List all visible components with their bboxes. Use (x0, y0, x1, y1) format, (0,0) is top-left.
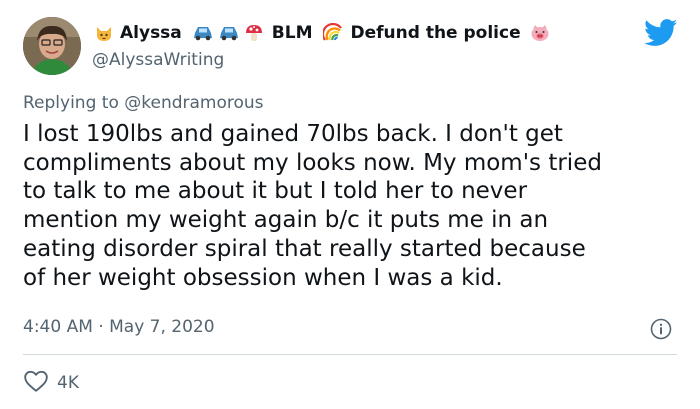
car-emoji-icon (192, 24, 214, 42)
author-name: Alyssa (120, 23, 182, 43)
tweet-line: compliments about my looks now. My mom's… (23, 149, 602, 176)
pig-emoji-icon (529, 23, 551, 43)
reply-context: Replying to @kendramorous (23, 93, 264, 113)
heart-icon (23, 369, 49, 397)
author-name-suffix: BLM (271, 23, 313, 43)
tweet-line: of her weight obsession when I was a kid… (23, 264, 503, 291)
tweet-date: May 7, 2020 (109, 317, 215, 337)
rainbow-emoji-icon (322, 23, 343, 43)
reply-mention-link[interactable]: @kendramorous (124, 93, 263, 113)
tweet-line: I lost 190lbs and gained 70lbs back. I d… (23, 121, 563, 147)
mushroom-emoji-icon (244, 23, 264, 43)
like-count: 4K (57, 373, 79, 393)
reply-prefix: Replying to (23, 93, 119, 113)
info-icon[interactable] (650, 318, 672, 340)
tweet-line: to talk to me about it but I told her to… (23, 178, 528, 205)
author-handle[interactable]: @AlyssaWriting (92, 50, 224, 70)
tweet-timestamp[interactable]: 4:40 AM · May 7, 2020 (23, 317, 215, 337)
divider (23, 354, 677, 355)
meta-separator: · (98, 317, 104, 337)
tweet-time: 4:40 AM (23, 317, 93, 337)
tweet-line: eating disorder spiral that really start… (23, 235, 586, 262)
twitter-bird-icon[interactable] (644, 19, 678, 47)
like-button[interactable]: 4K (23, 369, 79, 397)
car-emoji-icon (218, 24, 240, 42)
author-name-tagline: Defund the police (350, 23, 521, 43)
author-name-row[interactable]: Alyssa BLM Defund the police (92, 20, 553, 46)
tweet-text: I lost 190lbs and gained 70lbs back. I d… (23, 120, 683, 292)
tweet-line: mention my weight again b/c it puts me i… (23, 207, 549, 234)
avatar[interactable] (23, 17, 81, 75)
cat-emoji-icon (94, 23, 114, 43)
